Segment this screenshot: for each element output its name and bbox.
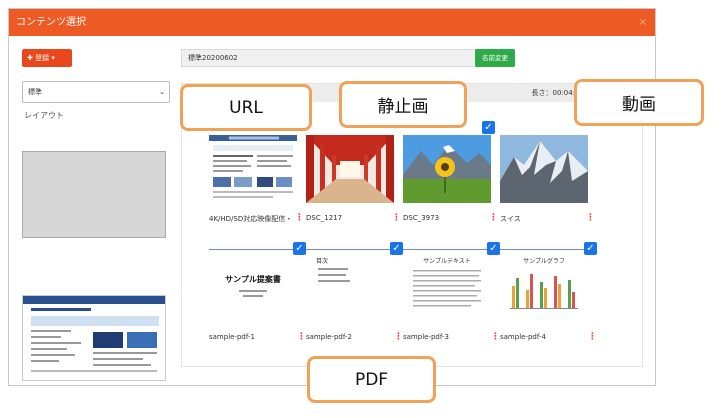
corridor-photo-graphic (306, 135, 394, 203)
more-vertical-icon[interactable]: ⋮ (392, 213, 401, 223)
checkbox-checked[interactable]: ✓ (482, 121, 495, 134)
tile-label: 4K/HD/SD対応映像配信・… (209, 215, 291, 223)
pdf-thumb-lines (239, 290, 267, 297)
callout-label: 動画 (622, 95, 656, 115)
more-vertical-icon[interactable]: ⋮ (588, 332, 597, 342)
more-vertical-icon[interactable]: ⋮ (491, 332, 500, 342)
tile-thumbnail: サンプルテキスト (403, 249, 491, 317)
url-preview-graphic (23, 296, 165, 372)
tile-label: DSC_1217 (306, 214, 343, 222)
more-vertical-icon[interactable]: ⋮ (295, 213, 304, 223)
layout-select[interactable]: 標準 ⌄ (22, 81, 170, 103)
bar-chart-graphic (510, 274, 578, 309)
chevron-down-icon: ⌄ (159, 88, 165, 96)
content-select-dialog: コンテンツ選択 × ✚ 登録 ▾ 標準20200602 名前変更 標準 ⌄ レイ… (8, 8, 656, 386)
dialog-title-bar: コンテンツ選択 × (9, 9, 655, 36)
tile-thumbnail (500, 135, 588, 203)
checkbox-checked[interactable]: ✓ (293, 242, 306, 255)
tile-thumbnail: 目次 (306, 249, 394, 317)
callout-label: PDF (354, 369, 389, 390)
tile-thumbnail: サンプルグラフ (500, 249, 588, 317)
callout-video: 動画 (574, 79, 704, 126)
more-vertical-icon[interactable]: ⋮ (394, 332, 403, 342)
pdf-thumb-lines (318, 268, 350, 282)
checkbox-checked[interactable]: ✓ (487, 242, 500, 255)
more-vertical-icon[interactable]: ⋮ (297, 332, 306, 342)
callout-url: URL (180, 84, 312, 131)
tile-label: DSC_3973 (403, 214, 440, 222)
tile-label: sample-pdf-4 (500, 333, 546, 341)
checkbox-checked[interactable]: ✓ (390, 242, 403, 255)
tile-label: sample-pdf-3 (403, 333, 449, 341)
pdf-thumb-lines (413, 270, 481, 307)
tile-label: sample-pdf-1 (209, 333, 255, 341)
callout-label: 静止画 (377, 97, 429, 117)
url-preview-thumbnail (22, 295, 166, 381)
layout-label: レイアウト (24, 111, 64, 120)
tile-thumbnail: サンプル提案書 (209, 249, 297, 317)
layout-preview (22, 151, 166, 238)
close-icon[interactable]: × (639, 9, 647, 36)
tile-label: sample-pdf-2 (306, 333, 352, 341)
tile-thumbnail (209, 135, 297, 203)
mountain-video-graphic (500, 135, 588, 203)
callout-label: URL (229, 97, 263, 118)
layout-name-input[interactable]: 標準20200602 (181, 49, 483, 67)
tile-thumbnail (403, 135, 491, 203)
more-vertical-icon[interactable]: ⋮ (489, 213, 498, 223)
checkbox-checked[interactable]: ✓ (584, 242, 597, 255)
callout-pdf: PDF (307, 356, 436, 403)
webpage-thumbnail-graphic (209, 135, 297, 203)
rename-button[interactable]: 名前変更 (475, 49, 515, 67)
register-button[interactable]: ✚ 登録 ▾ (22, 49, 72, 67)
screen: コンテンツ選択 × ✚ 登録 ▾ 標準20200602 名前変更 標準 ⌄ レイ… (0, 0, 724, 418)
sunflower-photo-graphic (403, 135, 491, 203)
callout-still-image: 静止画 (339, 81, 467, 128)
dialog-title: コンテンツ選択 (16, 17, 86, 28)
tile-label: スイス (500, 215, 521, 223)
more-vertical-icon[interactable]: ⋮ (586, 213, 595, 223)
tile-thumbnail (306, 135, 394, 203)
layout-select-value: 標準 (28, 88, 42, 96)
